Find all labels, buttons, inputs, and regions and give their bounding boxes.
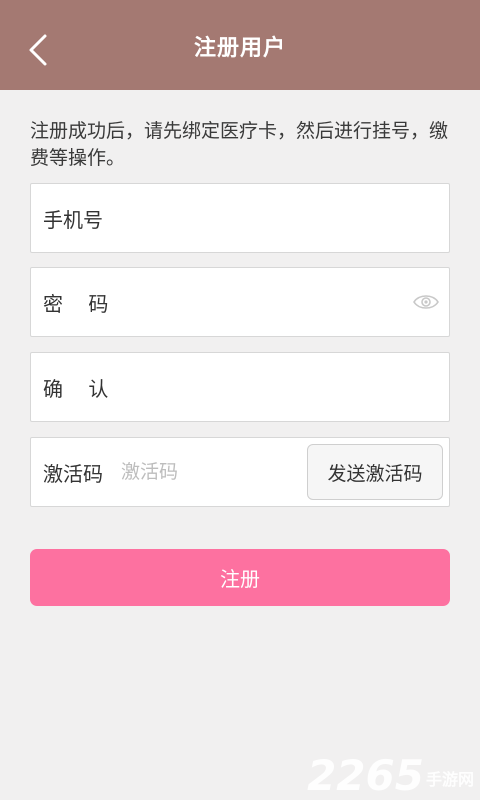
phone-input[interactable] <box>103 184 449 252</box>
page-title: 注册用户 <box>193 36 286 61</box>
phone-field: 手机号 <box>30 183 450 253</box>
eye-icon[interactable] <box>413 293 439 311</box>
header-bar: 注册用户 <box>0 0 480 90</box>
register-button[interactable]: 注册 <box>30 549 450 606</box>
phone-label: 手机号 <box>43 207 103 232</box>
watermark-logo: 2265 手游网 <box>307 754 474 798</box>
activation-label: 激活码 <box>43 461 103 486</box>
confirm-input[interactable] <box>108 353 449 421</box>
send-activation-button[interactable]: 发送激活码 <box>307 444 443 500</box>
password-label: 密 码 <box>43 291 109 316</box>
confirm-label: 确 认 <box>43 376 109 401</box>
watermark-number: 2265 <box>307 751 424 800</box>
password-field: 密 码 <box>30 267 450 337</box>
intro-text: 注册成功后，请先绑定医疗卡，然后进行挂号，缴费等操作。 <box>30 120 449 169</box>
chevron-left-icon <box>29 34 47 66</box>
password-input[interactable] <box>108 268 449 336</box>
watermark-text: 手游网 <box>425 770 474 789</box>
back-button[interactable] <box>18 30 58 70</box>
activation-field: 激活码 发送激活码 <box>30 437 450 507</box>
confirm-field: 确 认 <box>30 352 450 422</box>
